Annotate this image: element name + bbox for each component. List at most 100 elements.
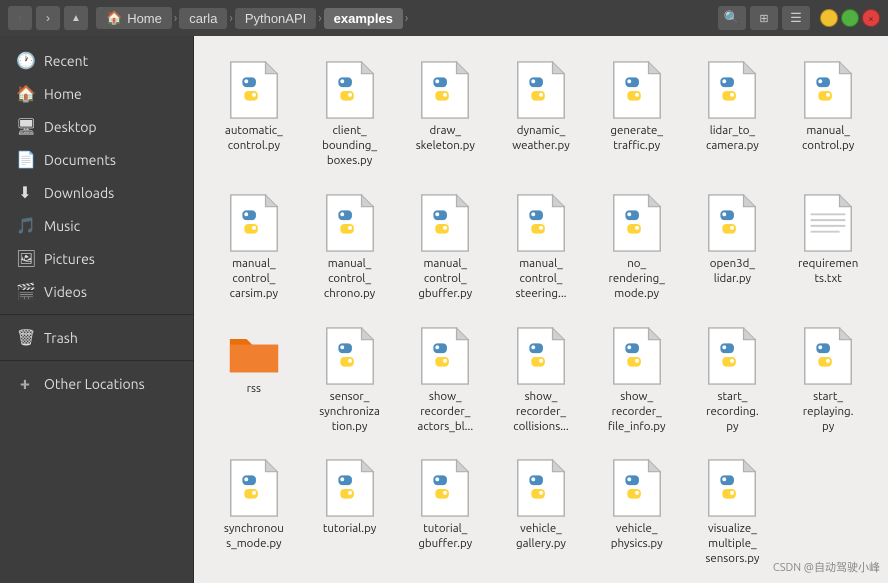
sidebar-item-downloads[interactable]: ⬇ Downloads [0,176,193,209]
sidebar-item-recent[interactable]: 🕐 Recent [0,44,193,77]
file-item[interactable]: vehicle_ gallery.py [497,450,585,575]
sidebar-item-music[interactable]: 🎵 Music [0,209,193,242]
recent-icon: 🕐 [16,51,34,70]
titlebar: ‹ › ▲ 🏠 Home › carla › PythonAPI › examp… [0,0,888,36]
python-file-icon [228,60,280,120]
python-file-icon [706,326,758,386]
file-name: manual_ control_ gbuffer.py [418,257,472,302]
watermark: CSDN @自动驾驶小峰 [773,559,880,575]
file-item[interactable]: vehicle_ physics.py [593,450,681,575]
file-item[interactable]: draw_ skeleton.py [401,52,489,177]
breadcrumb-sep-1: › [174,12,177,25]
menu-button[interactable]: ☰ [782,6,810,30]
python-file-icon [419,60,471,120]
breadcrumb-sep-3: › [318,12,321,25]
file-item[interactable]: start_ recording. py [689,318,777,443]
python-file-icon [324,60,376,120]
file-name: sensor_ synchroniza tion.py [319,390,380,435]
view-toggle-button[interactable]: ⊞ [750,6,778,30]
trash-icon: 🗑 [16,328,34,347]
file-item[interactable]: manual_ control.py [784,52,872,177]
sidebar-item-home[interactable]: 🏠 Home [0,77,193,110]
file-name: manual_ control_ chrono.py [324,257,375,302]
file-item[interactable]: start_ replaying. py [784,318,872,443]
file-item[interactable]: automatic_ control.py [210,52,298,177]
python-file-icon [706,193,758,253]
sidebar-item-pictures[interactable]: 🖼 Pictures [0,242,193,275]
file-name: open3d_ lidar.py [710,257,755,287]
file-name: start_ recording. py [706,390,759,435]
python-file-icon [324,326,376,386]
sidebar-item-desktop[interactable]: 🖥 Desktop [0,110,193,143]
file-name: no_ rendering_ mode.py [609,257,665,302]
file-name: dynamic_ weather.py [512,124,570,154]
sidebar-divider-2 [0,360,193,361]
close-button[interactable]: × [862,9,880,27]
python-file-icon [611,193,663,253]
breadcrumb-sep-2: › [229,12,232,25]
file-item[interactable]: show_ recorder_ collisions... [497,318,585,443]
python-file-icon [611,60,663,120]
python-file-icon [515,326,567,386]
file-item[interactable]: manual_ control_ steering... [497,185,585,310]
file-name: draw_ skeleton.py [416,124,475,154]
python-file-icon [324,193,376,253]
python-file-icon [515,60,567,120]
downloads-icon: ⬇ [16,183,34,202]
python-file-icon [324,458,376,518]
file-item[interactable]: manual_ control_ carsim.py [210,185,298,310]
forward-button[interactable]: › [36,6,60,30]
file-item[interactable]: show_ recorder_ file_info.py [593,318,681,443]
file-item[interactable]: tutorial_ gbuffer.py [401,450,489,575]
file-item[interactable]: requiremen ts.txt [784,185,872,310]
file-name: manual_ control_ carsim.py [230,257,278,302]
sidebar-divider [0,314,193,315]
file-item[interactable]: tutorial.py [306,450,394,575]
breadcrumb-pythonapi[interactable]: PythonAPI [235,8,316,29]
file-item[interactable]: dynamic_ weather.py [497,52,585,177]
file-item[interactable]: manual_ control_ gbuffer.py [401,185,489,310]
file-item[interactable]: manual_ control_ chrono.py [306,185,394,310]
breadcrumb-carla[interactable]: carla [179,8,227,29]
file-item[interactable]: rss [210,318,298,443]
sidebar-item-trash[interactable]: 🗑 Trash [0,321,193,354]
file-item[interactable]: generate_ traffic.py [593,52,681,177]
python-file-icon [706,458,758,518]
breadcrumb-home[interactable]: 🏠 Home [96,7,172,29]
file-item[interactable]: open3d_ lidar.py [689,185,777,310]
minimize-button[interactable] [820,9,838,27]
desktop-icon: 🖥 [16,117,34,136]
python-file-icon [802,60,854,120]
python-file-icon [515,458,567,518]
maximize-button[interactable] [841,9,859,27]
python-file-icon [706,60,758,120]
folder-file-icon [228,326,280,378]
python-file-icon [419,193,471,253]
file-item[interactable]: no_ rendering_ mode.py [593,185,681,310]
file-item[interactable]: visualize_ multiple_ sensors.py [689,450,777,575]
file-name: start_ replaying. py [803,390,854,435]
sidebar-item-other-locations[interactable]: + Other Locations [0,367,193,401]
python-file-icon [228,458,280,518]
file-grid: automatic_ control.py client_ bounding_ … [210,52,872,575]
music-icon: 🎵 [16,216,34,235]
python-file-icon [228,193,280,253]
file-item[interactable]: sensor_ synchroniza tion.py [306,318,394,443]
videos-icon: 🎬 [16,282,34,301]
python-file-icon [802,326,854,386]
file-item[interactable]: synchronou s_mode.py [210,450,298,575]
search-button[interactable]: 🔍 [718,6,746,30]
file-name: show_ recorder_ actors_bl... [417,390,473,435]
file-name: synchronou s_mode.py [224,522,284,552]
file-item[interactable]: lidar_to_ camera.py [689,52,777,177]
file-name: show_ recorder_ file_info.py [608,390,666,435]
file-item[interactable]: client_ bounding_ boxes.py [306,52,394,177]
file-item[interactable]: show_ recorder_ actors_bl... [401,318,489,443]
sidebar-item-videos[interactable]: 🎬 Videos [0,275,193,308]
up-button[interactable]: ▲ [64,6,88,30]
breadcrumb-examples[interactable]: examples [324,8,403,29]
back-button[interactable]: ‹ [8,6,32,30]
file-name: generate_ traffic.py [610,124,663,154]
sidebar-item-documents[interactable]: 📄 Documents [0,143,193,176]
window-controls: × [820,9,880,27]
